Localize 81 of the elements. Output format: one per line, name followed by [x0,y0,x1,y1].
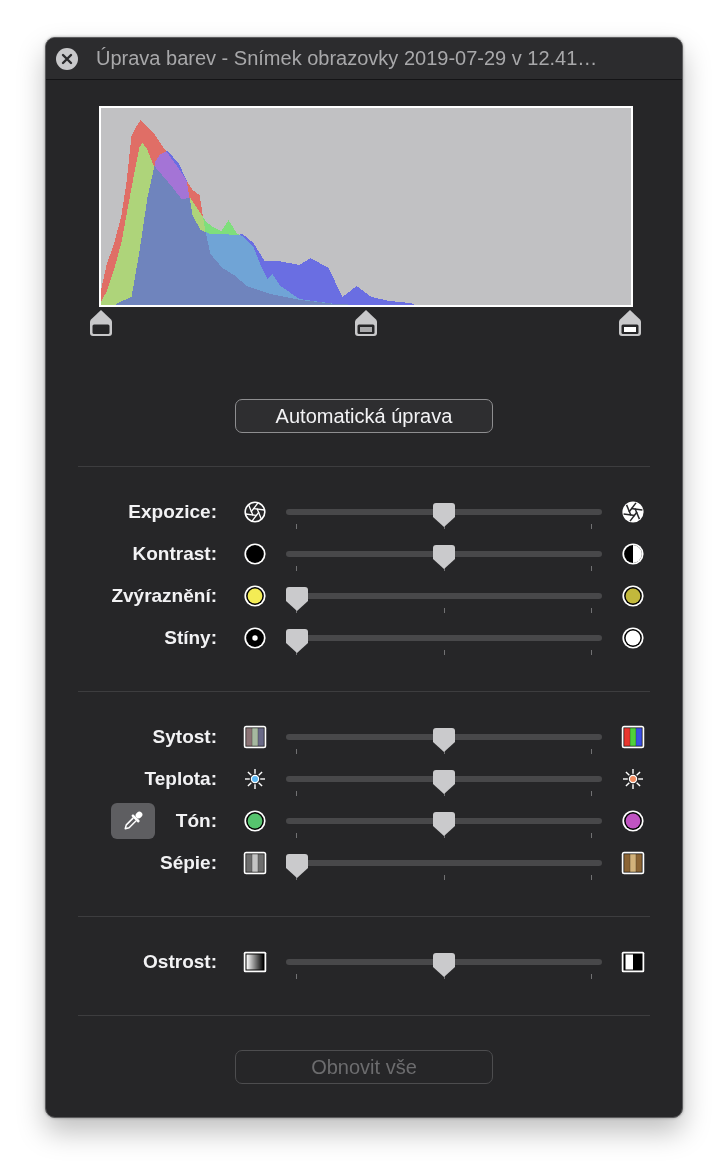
split-square-icon [621,951,645,973]
slider-thumb[interactable] [433,545,455,569]
slider-track[interactable] [286,854,602,878]
slider-track[interactable] [286,770,602,794]
slider-label: Sépie: [159,852,217,874]
slider-tick [443,833,445,838]
slider-label: Teplota: [144,768,217,790]
slider-track[interactable] [286,503,602,527]
slider-tick [591,524,592,529]
slider-tick [443,875,445,880]
slider-thumb[interactable] [433,770,455,794]
slider-tick [296,608,297,613]
eyedropper-button[interactable] [111,803,155,839]
slider-tick [443,608,445,613]
slider-tick [591,650,592,655]
dot-icon [244,585,266,607]
slider-tick [443,791,445,796]
eyedropper-icon [122,810,144,832]
slider-tick [591,608,592,613]
slider-thumb[interactable] [286,587,308,611]
stripes-icon [621,725,645,749]
slider-tick [591,791,592,796]
slider-tick [591,974,592,979]
slider-thumb[interactable] [286,629,308,653]
slider-label: Stíny: [164,627,217,649]
aperture-icon [622,501,644,523]
slider-tick [443,749,445,754]
slider-track[interactable] [286,629,602,653]
slider-tick [443,974,445,979]
slider-tick [591,875,592,880]
sun-icon [244,768,266,790]
auto-adjust-button[interactable]: Automatická úprava [235,399,493,433]
sun-icon [622,768,644,790]
slider-tick [296,524,297,529]
dot-icon [622,585,644,607]
close-icon [56,47,78,70]
slider-track[interactable] [286,812,602,836]
stripes-icon [243,851,267,875]
slider-tick [296,650,297,655]
aperture-icon [244,501,266,523]
close-button[interactable] [56,47,78,70]
gradient-square-icon [243,951,267,973]
slider-tick [296,566,297,571]
slider-tick [296,875,297,880]
slider-tick [296,833,297,838]
slider-tick [296,791,297,796]
slider-track[interactable] [286,728,602,752]
level-handle[interactable] [90,310,112,336]
slider-tick [443,566,445,571]
slider-thumb[interactable] [433,728,455,752]
dot-icon [244,810,266,832]
slider-label: Zvýraznění: [111,585,217,607]
slider-tick [591,566,592,571]
stripes-icon [243,725,267,749]
circle-icon [244,543,266,565]
slider-tick [296,749,297,754]
dot-in-circle-icon [244,627,266,649]
slider-track[interactable] [286,545,602,569]
slider-label: Sytost: [152,726,217,748]
level-handle[interactable] [354,310,377,336]
dot-icon [622,810,644,832]
level-handle[interactable] [619,310,641,336]
slider-label: Ostrost: [143,951,217,973]
slider-thumb[interactable] [433,503,455,527]
slider-label: Tón: [175,810,217,832]
slider-tick [591,749,592,754]
slider-track[interactable] [286,587,602,611]
slider-thumb[interactable] [433,953,455,977]
slider-tick [443,524,445,529]
slider-label: Kontrast: [132,543,217,565]
slider-tick [443,650,445,655]
stripes-icon [621,851,645,875]
slider-label: Expozice: [128,501,217,523]
slider-tick [591,833,592,838]
contrast-icon [622,543,644,565]
circle-icon [622,627,644,649]
window-title: Úprava barev - Snímek obrazovky 2019-07-29 v 12.41… [96,47,598,70]
slider-thumb[interactable] [433,812,455,836]
slider-thumb[interactable] [286,854,308,878]
slider-tick [296,974,297,979]
slider-track[interactable] [286,953,602,977]
